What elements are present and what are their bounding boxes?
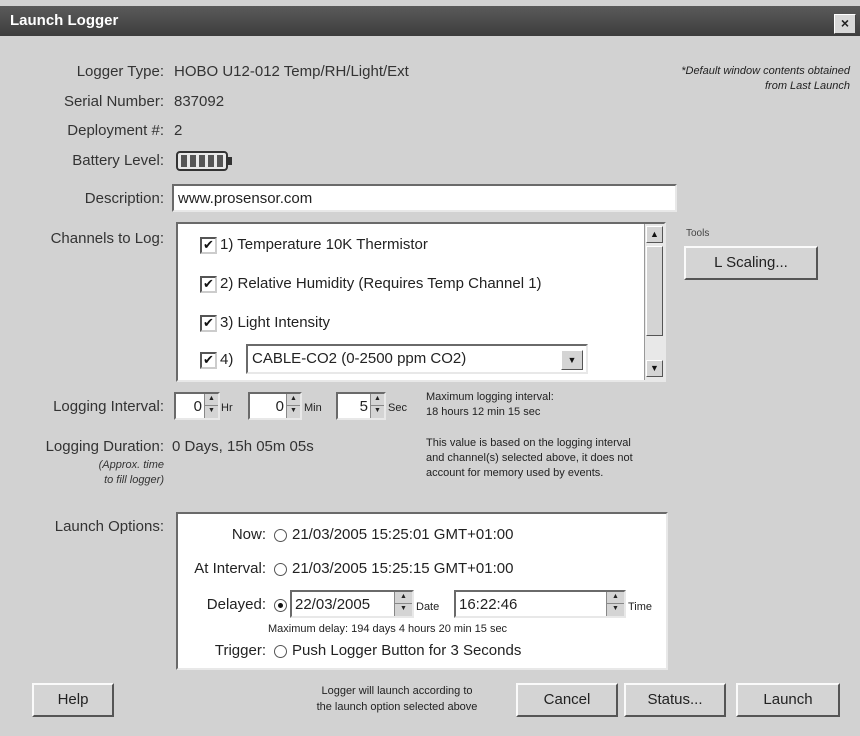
help-button[interactable]: Help — [32, 683, 114, 717]
channel-2-label: 2) Relative Humidity (Requires Temp Chan… — [220, 275, 542, 292]
launch-logger-dialog: Launch Logger × *Default window contents… — [0, 0, 860, 736]
channel-1-label: 1) Temperature 10K Thermistor — [220, 236, 428, 253]
duration-note-line-2: and channel(s) selected above, it does n… — [426, 452, 633, 464]
battery-icon — [176, 150, 236, 177]
date-unit: Date — [416, 601, 440, 613]
channel-4-sensor-select[interactable]: CABLE-CO2 (0-2500 ppm CO2) ▼ — [246, 344, 588, 374]
channels-scrollbar[interactable]: ▲ ▼ — [644, 224, 664, 380]
deployment-value: 2 — [174, 122, 183, 139]
now-value: 21/03/2005 15:25:01 GMT+01:00 — [292, 526, 514, 543]
close-button[interactable]: × — [834, 14, 856, 34]
logger-type-label: Logger Type: — [76, 63, 164, 80]
channel-1-checkbox[interactable]: ✔ — [200, 237, 217, 254]
window-title: Launch Logger — [10, 12, 119, 29]
channels-list: ✔ 1) Temperature 10K Thermistor ✔ 2) Rel… — [176, 222, 666, 382]
delayed-date-input[interactable]: 22/03/2005 ▲ ▼ — [290, 590, 414, 618]
now-label: Now: — [231, 526, 266, 543]
deployment-label: Deployment #: — [67, 122, 164, 139]
logging-duration-label: Logging Duration: — [45, 438, 164, 455]
description-label: Description: — [84, 190, 164, 207]
max-interval-line-2: 18 hours 12 min 15 sec — [426, 406, 541, 418]
delayed-time-value: 16:22:46 — [459, 596, 518, 613]
minutes-unit: Min — [304, 402, 322, 414]
description-input[interactable] — [172, 184, 677, 212]
delayed-label: Delayed: — [206, 596, 266, 613]
time-unit: Time — [628, 601, 653, 613]
channel-3-checkbox[interactable]: ✔ — [200, 315, 217, 332]
minutes-spin-icon[interactable]: ▲ ▼ — [286, 394, 300, 418]
channel-4-label: 4) — [220, 351, 234, 368]
chevron-down-icon[interactable]: ▼ — [561, 350, 583, 370]
serial-number-value: 837092 — [174, 93, 225, 110]
channel-4-checkbox[interactable]: ✔ — [200, 352, 217, 369]
scroll-thumb[interactable] — [646, 246, 663, 336]
serial-number-label: Serial Number: — [63, 93, 164, 110]
battery-cell — [217, 155, 223, 167]
duration-note: This value is based on the logging inter… — [426, 436, 633, 481]
duration-note-line-3: account for memory used by events. — [426, 467, 604, 479]
default-contents-note: *Default window contents obtained from L… — [681, 65, 850, 92]
title-bar[interactable]: Launch Logger × — [0, 6, 860, 36]
launch-button[interactable]: Launch — [736, 683, 840, 717]
battery-cell — [208, 155, 214, 167]
duration-sub-line-1: (Approx. time — [98, 459, 164, 471]
footer-note-line-1: Logger will launch according to — [321, 685, 473, 697]
battery-cell — [181, 155, 187, 167]
cancel-button[interactable]: Cancel — [516, 683, 618, 717]
at-interval-value: 21/03/2005 15:25:15 GMT+01:00 — [292, 560, 514, 577]
minutes-stepper[interactable]: 0 ▲ ▼ — [248, 392, 302, 420]
duration-sub-line-2: to fill logger) — [104, 474, 164, 486]
logging-interval-label: Logging Interval: — [53, 398, 164, 415]
channel-2-checkbox[interactable]: ✔ — [200, 276, 217, 293]
seconds-value: 5 — [359, 398, 368, 415]
channel-4-select-value: CABLE-CO2 (0-2500 ppm CO2) — [252, 350, 467, 367]
delayed-time-input[interactable]: 16:22:46 ▲ ▼ — [454, 590, 626, 618]
trigger-value: Push Logger Button for 3 Seconds — [292, 642, 522, 659]
logging-duration-sub: (Approx. time to fill logger) — [10, 458, 164, 488]
delayed-date-value: 22/03/2005 — [295, 596, 371, 613]
minutes-value: 0 — [275, 398, 284, 415]
scroll-down-icon[interactable]: ▼ — [646, 360, 663, 377]
scaling-button[interactable]: L Scaling... — [684, 246, 818, 280]
max-interval-line-1: Maximum logging interval: — [426, 391, 554, 403]
max-interval-note: Maximum logging interval: 18 hours 12 mi… — [426, 390, 554, 420]
scroll-up-icon[interactable]: ▲ — [646, 226, 663, 243]
delayed-radio[interactable] — [274, 599, 287, 612]
seconds-stepper[interactable]: 5 ▲ ▼ — [336, 392, 386, 420]
duration-note-line-1: This value is based on the logging inter… — [426, 437, 631, 449]
footer-note-line-2: the launch option selected above — [316, 701, 478, 713]
hours-stepper[interactable]: 0 ▲ ▼ — [174, 392, 220, 420]
logger-type-value: HOBO U12-012 Temp/RH/Light/Ext — [174, 63, 409, 80]
max-delay-note: Maximum delay: 194 days 4 hours 20 min 1… — [268, 623, 508, 635]
now-radio[interactable] — [274, 529, 287, 542]
time-spin-icon[interactable]: ▲ ▼ — [606, 592, 624, 616]
status-button[interactable]: Status... — [624, 683, 726, 717]
at-interval-label: At Interval: — [194, 560, 266, 577]
launch-footer-note: Logger will launch according to the laun… — [286, 683, 508, 715]
seconds-unit: Sec — [388, 402, 407, 414]
hours-spin-icon[interactable]: ▲ ▼ — [204, 394, 218, 418]
channels-label: Channels to Log: — [50, 230, 164, 247]
launch-options-label: Launch Options: — [54, 518, 164, 535]
date-spin-icon[interactable]: ▲ ▼ — [394, 592, 412, 616]
hours-unit: Hr — [221, 402, 233, 414]
battery-cell — [190, 155, 196, 167]
trigger-radio[interactable] — [274, 645, 287, 658]
tools-label: Tools — [686, 228, 710, 239]
trigger-label: Trigger: — [214, 642, 266, 659]
logging-duration-value: 0 Days, 15h 05m 05s — [172, 438, 314, 455]
hours-value: 0 — [193, 398, 202, 415]
battery-cell — [199, 155, 205, 167]
battery-level-label: Battery Level: — [72, 152, 164, 169]
seconds-spin-icon[interactable]: ▲ ▼ — [370, 394, 384, 418]
at-interval-radio[interactable] — [274, 563, 287, 576]
channel-3-label: 3) Light Intensity — [220, 314, 331, 331]
launch-options-panel: Now: 21/03/2005 15:25:01 GMT+01:00 At In… — [176, 512, 668, 670]
